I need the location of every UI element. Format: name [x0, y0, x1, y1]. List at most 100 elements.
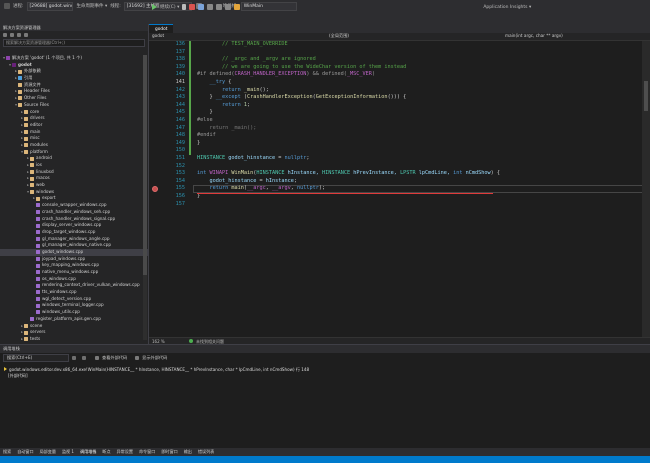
tree-item[interactable]: 资源文件 — [0, 82, 148, 89]
tree-item[interactable]: ▾ godot — [0, 62, 148, 69]
code-line[interactable]: 143 } __except (CrashHandlerException(Ge… — [149, 94, 650, 102]
tree-scrollbar-thumb[interactable] — [143, 55, 147, 275]
editor-scrollbar-thumb[interactable] — [644, 81, 648, 111]
call-stack-search-input[interactable]: 搜索(Ctrl+E) — [3, 354, 69, 362]
code-line[interactable]: 142 return _main(); — [149, 87, 650, 95]
settings-icon[interactable] — [24, 32, 28, 37]
editor-scrollbar[interactable] — [642, 41, 650, 337]
tree-item[interactable]: joypad_windows.cpp — [0, 256, 148, 263]
tree-item[interactable]: ▸ linuxbsd — [0, 169, 148, 176]
step-over-icon[interactable] — [216, 4, 223, 10]
tree-item[interactable]: ▸ export — [0, 195, 148, 202]
stop-icon[interactable] — [189, 4, 196, 10]
tree-item[interactable]: tts_windows.cpp — [0, 289, 148, 296]
solution-search-input[interactable]: 搜索解决方案资源管理器(Ctrl+;) — [3, 39, 145, 47]
app-insights-dropdown[interactable]: Application Insights ▾ — [483, 5, 531, 10]
tree-scrollbar[interactable] — [143, 55, 147, 340]
lifecycle-events-dropdown[interactable]: 生命周期事件 ▾ — [77, 3, 108, 9]
tree-item[interactable]: wgl_detect_version.cpp — [0, 296, 148, 303]
tree-item[interactable]: ▾ 解决方案 'godot' (1 个项目, 共 1 个) — [0, 55, 148, 62]
tree-item[interactable]: ▸ macos — [0, 175, 148, 182]
code-line[interactable]: 136 // TEST_MAIN_OVERRIDE — [149, 41, 650, 49]
tree-item[interactable]: crash_handler_windows_seh.cpp — [0, 209, 148, 216]
search-icon[interactable] — [72, 356, 76, 360]
code-line[interactable]: 151 HINSTANCE godot_hinstance = nullptr; — [149, 155, 650, 163]
tree-item[interactable]: ▸ Header Files — [0, 88, 148, 95]
code-line[interactable]: 156} — [149, 193, 650, 201]
code-line[interactable]: 152 — [149, 163, 650, 171]
code-line[interactable]: 150 — [149, 147, 650, 155]
tree-item[interactable]: console_wrapper_windows.cpp — [0, 202, 148, 209]
tree-item[interactable]: display_server_windows.cpp — [0, 222, 148, 229]
code-line[interactable]: 154 godot_hinstance = hInstance; — [149, 178, 650, 186]
tree-item[interactable]: ▸ Other Files — [0, 95, 148, 102]
tree-item[interactable]: key_mapping_windows.cpp — [0, 262, 148, 269]
continue-play-icon[interactable] — [152, 4, 157, 10]
bottom-tab[interactable]: 搜索 — [0, 448, 14, 456]
sync-icon[interactable] — [10, 32, 14, 37]
code-line[interactable]: 157 — [149, 201, 650, 209]
step-into-icon[interactable] — [207, 4, 214, 10]
show-external-code-button[interactable]: 显示外部代码 — [142, 355, 167, 361]
code-line[interactable]: 145 } — [149, 109, 650, 117]
tree-item[interactable]: ▸ ios — [0, 162, 148, 169]
tree-item[interactable]: ▸ 外部依赖 — [0, 68, 148, 75]
code-line[interactable]: 137 — [149, 49, 650, 57]
tree-item[interactable]: ▸ misc — [0, 135, 148, 142]
bottom-tab[interactable]: 输出 — [181, 448, 195, 456]
collapse-all-icon[interactable] — [17, 32, 21, 37]
bottom-tab[interactable]: 监视 1 — [59, 448, 77, 456]
tree-item[interactable]: ▾ platform — [0, 149, 148, 156]
view-external-code-button[interactable]: 查看外部代码 — [102, 355, 127, 361]
tree-item[interactable]: ▸ core — [0, 109, 148, 116]
hot-reload-icon[interactable] — [234, 4, 241, 10]
tree-item[interactable]: drop_target_windows.cpp — [0, 229, 148, 236]
member-nav-combo[interactable]: main(int argc, char ** argv) — [505, 33, 563, 39]
bottom-tab[interactable]: 自动窗口 — [14, 448, 36, 456]
tree-item[interactable]: ▸ drivers — [0, 115, 148, 122]
bottom-tab[interactable]: 局部变量 — [37, 448, 59, 456]
code-line[interactable]: 141 __try { — [149, 79, 650, 87]
code-line[interactable]: 146 #else — [149, 117, 650, 125]
tree-item[interactable]: gl_manager_windows_angle.cpp — [0, 236, 148, 243]
call-stack-row-external[interactable]: [外部代码] — [8, 373, 28, 379]
code-area[interactable]: 136 // TEST_MAIN_OVERRIDE 137 138 // _argc… — [149, 41, 650, 337]
tree-item[interactable]: ▸ scene — [0, 323, 148, 330]
back-icon[interactable] — [4, 3, 10, 9]
code-line[interactable]: 144 return 1; — [149, 102, 650, 110]
home-icon[interactable] — [3, 32, 7, 37]
pause-icon[interactable] — [182, 4, 187, 10]
tree-item[interactable]: windows_utils.cpp — [0, 309, 148, 316]
tree-item[interactable]: register_platform_apis.gen.cpp — [0, 316, 148, 323]
tree-item[interactable]: ▸ editor — [0, 122, 148, 129]
code-line[interactable]: 153 int WINAPI WinMain(HINSTANCE hInstanc… — [149, 170, 650, 178]
tree-item[interactable]: ▸ android — [0, 155, 148, 162]
continue-button[interactable]: 继续(C) ▾ — [160, 4, 179, 10]
tree-item[interactable]: ▸ web — [0, 182, 148, 189]
search-depth-icon[interactable] — [82, 356, 86, 360]
tree-item[interactable]: ▸ modules — [0, 142, 148, 149]
tree-item[interactable]: ▸ 引用 — [0, 75, 148, 82]
step-out-icon[interactable] — [225, 4, 232, 10]
tree-item[interactable]: gl_manager_windows_native.cpp — [0, 242, 148, 249]
code-line[interactable]: 140 #if defined(CRASH_HANDLER_EXCEPTION) … — [149, 71, 650, 79]
tree-item[interactable]: os_windows.cpp — [0, 276, 148, 283]
tree-item[interactable]: ▾ windows — [0, 189, 148, 196]
bottom-tab[interactable]: 即时窗口 — [158, 448, 180, 456]
tree-item[interactable]: windows_terminal_logger.cpp — [0, 302, 148, 309]
restart-icon[interactable] — [198, 4, 205, 10]
call-stack-row-current[interactable]: godot.windows.editor.dev.x86_64.exe!WinM… — [4, 367, 309, 373]
bottom-tab[interactable]: 断点 — [99, 448, 113, 456]
bottom-tab[interactable]: 错误列表 — [195, 448, 217, 456]
project-nav-combo[interactable]: godot — [152, 33, 164, 39]
scope-nav-combo[interactable]: (全局范围) — [329, 33, 349, 39]
tree-item[interactable]: ▸ main — [0, 129, 148, 136]
code-line[interactable]: 149} — [149, 140, 650, 148]
code-line[interactable]: 139 // we are going to use the WideChar … — [149, 64, 650, 72]
bottom-tab[interactable]: 命令窗口 — [136, 448, 158, 456]
tree-item[interactable]: crash_handler_windows_signal.cpp — [0, 216, 148, 223]
tree-item[interactable]: godot_windows.cpp — [0, 248, 148, 256]
code-line[interactable]: 138 // _argc and _argv are ignored — [149, 56, 650, 64]
tree-item[interactable]: rendering_context_driver_vulkan_windows.… — [0, 282, 148, 289]
code-line[interactable]: 147 return _main(); — [149, 125, 650, 133]
